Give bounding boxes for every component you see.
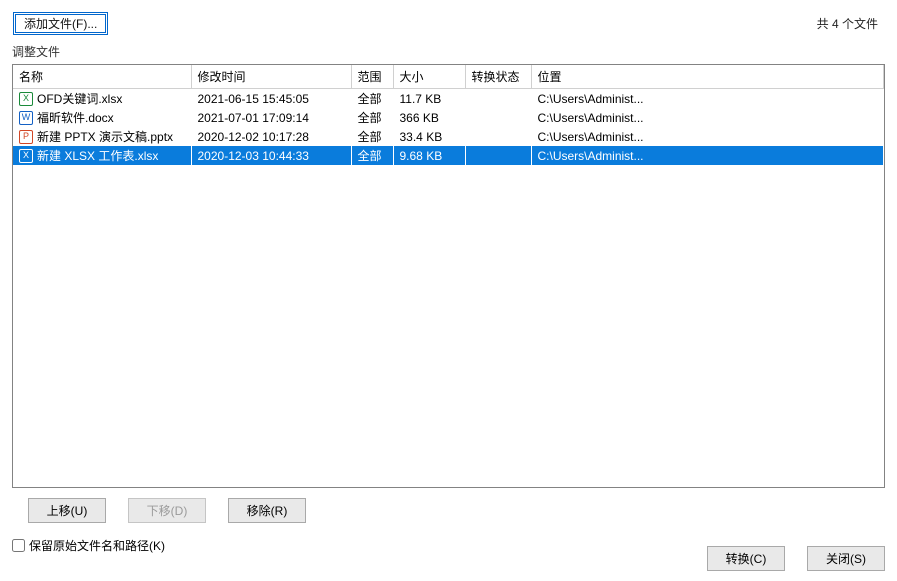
docx-file-icon: W (19, 111, 33, 125)
move-up-button[interactable]: 上移(U) (28, 498, 106, 523)
cell-modified: 2020-12-03 10:44:33 (191, 146, 351, 165)
remove-button[interactable]: 移除(R) (228, 498, 306, 523)
cell-range: 全部 (351, 108, 393, 127)
col-location[interactable]: 位置 (531, 65, 884, 89)
move-down-button: 下移(D) (128, 498, 206, 523)
add-file-button[interactable]: 添加文件(F)... (13, 12, 108, 35)
cell-size: 33.4 KB (393, 127, 465, 146)
cell-size: 366 KB (393, 108, 465, 127)
cell-location: C:\Users\Administ... (531, 108, 884, 127)
cell-range: 全部 (351, 146, 393, 165)
cell-size: 9.68 KB (393, 146, 465, 165)
cell-location: C:\Users\Administ... (531, 127, 884, 146)
keep-path-checkbox[interactable] (12, 539, 25, 552)
cell-status (465, 146, 531, 165)
cell-modified: 2021-06-15 15:45:05 (191, 89, 351, 109)
col-modified[interactable]: 修改时间 (191, 65, 351, 89)
file-name: 新建 XLSX 工作表.xlsx (37, 147, 158, 164)
file-name: OFD关键词.xlsx (37, 90, 122, 107)
pptx-file-icon: P (19, 130, 33, 144)
file-name: 福昕软件.docx (37, 109, 114, 126)
cell-location: C:\Users\Administ... (531, 89, 884, 109)
file-name: 新建 PPTX 演示文稿.pptx (37, 128, 173, 145)
cell-modified: 2020-12-02 10:17:28 (191, 127, 351, 146)
cell-location: C:\Users\Administ... (531, 146, 884, 165)
col-range[interactable]: 范围 (351, 65, 393, 89)
cell-range: 全部 (351, 89, 393, 109)
xlsx-file-icon: X (19, 92, 33, 106)
file-table[interactable]: 名称 修改时间 范围 大小 转换状态 位置 X OFD关键词.xlsx 2021-0… (12, 64, 885, 488)
close-button[interactable]: 关闭(S) (807, 546, 885, 571)
convert-button[interactable]: 转换(C) (707, 546, 785, 571)
table-row[interactable]: W 福昕软件.docx 2021-07-01 17:09:14全部366 KB C:\… (13, 108, 884, 127)
cell-status (465, 108, 531, 127)
cell-status (465, 89, 531, 109)
table-row[interactable]: X OFD关键词.xlsx 2021-06-15 15:45:05全部11.7 KB… (13, 89, 884, 109)
file-count-label: 共 4 个文件 (817, 15, 878, 32)
cell-modified: 2021-07-01 17:09:14 (191, 108, 351, 127)
col-name[interactable]: 名称 (13, 65, 191, 89)
col-status[interactable]: 转换状态 (465, 65, 531, 89)
cell-status (465, 127, 531, 146)
table-row[interactable]: P 新建 PPTX 演示文稿.pptx 2020-12-02 10:17:28全部3… (13, 127, 884, 146)
section-label: 调整文件 (0, 41, 897, 64)
col-size[interactable]: 大小 (393, 65, 465, 89)
cell-range: 全部 (351, 127, 393, 146)
keep-path-label: 保留原始文件名和路径(K) (29, 537, 165, 554)
xlsx-file-icon: X (19, 149, 33, 163)
cell-size: 11.7 KB (393, 89, 465, 109)
table-row[interactable]: X 新建 XLSX 工作表.xlsx 2020-12-03 10:44:33全部9.… (13, 146, 884, 165)
